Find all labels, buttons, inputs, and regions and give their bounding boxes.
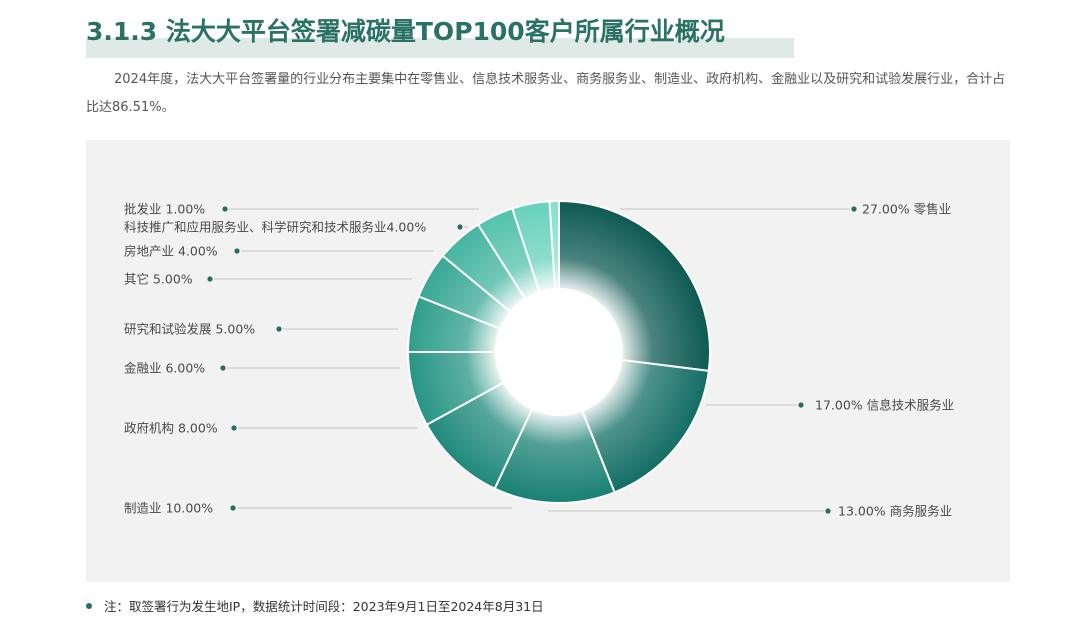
slice-label: 17.00% 信息技术服务业: [815, 398, 954, 413]
slice-label: 研究和试验发展 5.00%: [124, 322, 255, 337]
label-dot: [234, 248, 240, 254]
label-dot: [207, 276, 213, 282]
slice-label: 13.00% 商务服务业: [838, 504, 952, 519]
footnote: 注：取签署行为发生地IP，数据统计时间段：2023年9月1日至2024年8月31…: [86, 596, 544, 615]
label-dot: [231, 425, 237, 431]
slice-label: 科技推广和应用服务业、科学研究和技术服务业4.00%: [124, 220, 426, 235]
label-dot: [457, 224, 463, 230]
donut-chart: 27.00% 零售业 17.00% 信息技术服务业 13.00% 商务服务业 制造业 …: [124, 199, 954, 519]
label-dot: [230, 505, 236, 511]
label-dot: [825, 508, 831, 514]
slice-label: 批发业 1.00%: [124, 202, 205, 217]
page-title: 3.1.3 法大大平台签署减碳量TOP100客户所属行业概况: [86, 17, 725, 46]
label-dot: [851, 206, 857, 212]
slice-label: 其它 5.00%: [124, 272, 193, 287]
donut-hole: [496, 289, 622, 415]
label-dot: [222, 206, 228, 212]
footnote-bullet-icon: [86, 602, 92, 609]
slice-label: 房地产业 4.00%: [124, 244, 218, 259]
slice-label: 金融业 6.00%: [124, 361, 205, 376]
footnote-text: 注：取签署行为发生地IP，数据统计时间段：2023年9月1日至2024年8月31…: [104, 599, 544, 614]
slice-label: 制造业 10.00%: [124, 501, 213, 516]
slice-label: 政府机构 8.00%: [124, 421, 218, 436]
label-dot: [798, 402, 804, 408]
label-dot: [276, 326, 282, 332]
slice-label: 27.00% 零售业: [862, 202, 951, 217]
intro-paragraph: 2024年度，法大大平台签署量的行业分布主要集中在零售业、信息技术服务业、商务服…: [86, 72, 1006, 115]
chart-panel: 27.00% 零售业 17.00% 信息技术服务业 13.00% 商务服务业 制造业 …: [86, 140, 1010, 582]
label-dot: [220, 365, 226, 371]
